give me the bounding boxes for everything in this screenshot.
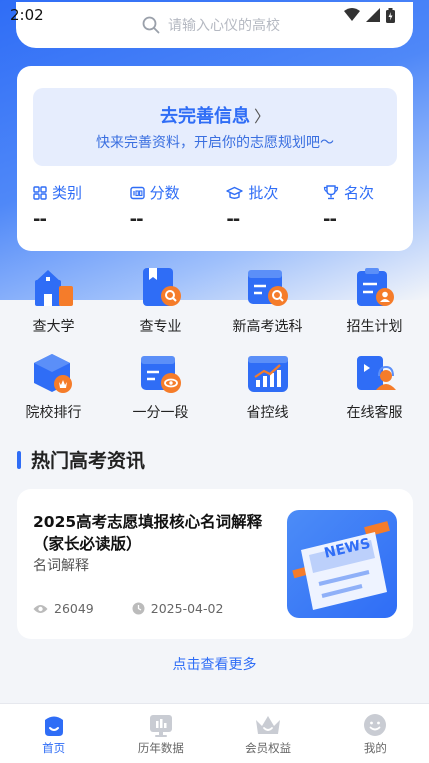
complete-info-subtitle: 快来完善资料，开启你的志愿规划吧～ — [96, 135, 334, 151]
tab-profile[interactable]: 我的 — [322, 704, 429, 763]
feature-enrollment-plan[interactable]: 招生计划 — [321, 266, 428, 352]
clipboard-user-icon — [356, 268, 394, 306]
battery-icon — [386, 7, 395, 23]
tab-label: 会员权益 — [245, 741, 292, 755]
profile-card: 去完善信息〉 快来完善资料，开启你的志愿规划吧～ 类别 -- 分数 -- 批次 … — [17, 66, 413, 251]
subject-search-icon — [247, 270, 288, 306]
tab-historical-data[interactable]: 历年数据 — [107, 704, 214, 763]
feature-score-segment[interactable]: 一分一段 — [107, 352, 214, 438]
grid-icon — [33, 185, 47, 200]
chevron-right-icon: 〉 — [253, 107, 270, 126]
stat-value: -- — [33, 209, 47, 230]
stat-label: 类别 — [52, 184, 83, 202]
feature-label: 一分一段 — [132, 405, 189, 421]
tab-home[interactable]: 首页 — [0, 704, 107, 763]
news-card[interactable]: 2025高考志愿填报核心名词解释（家长必读版） 名词解释 26049 2025-… — [17, 489, 413, 639]
news-meta: 26049 2025-04-02 — [33, 601, 223, 616]
feature-label: 招生计划 — [346, 319, 403, 335]
complete-info-banner[interactable]: 去完善信息〉 快来完善资料，开启你的志愿规划吧～ — [33, 88, 397, 166]
school-icon — [34, 270, 73, 306]
tab-label: 历年数据 — [137, 741, 184, 755]
stat-value: -- — [322, 209, 337, 230]
tab-label: 我的 — [363, 741, 387, 755]
feature-label: 院校排行 — [25, 405, 82, 421]
stat-rank[interactable]: 名次 -- — [323, 182, 403, 230]
feature-find-major[interactable]: 查专业 — [107, 266, 214, 352]
feature-label: 省控线 — [246, 405, 289, 421]
book-search-icon — [142, 268, 181, 306]
news-section-title: 热门高考资讯 — [31, 450, 146, 472]
crown-icon — [256, 716, 281, 734]
stat-label: 分数 — [149, 184, 180, 202]
feature-online-service[interactable]: 在线客服 — [321, 352, 428, 438]
ranking-box-icon — [33, 354, 72, 393]
feature-label: 查专业 — [139, 319, 182, 335]
signal-icon — [366, 8, 380, 22]
status-time: 2:02 — [10, 6, 44, 24]
stat-score[interactable]: 分数 -- — [130, 182, 210, 230]
complete-info-label: 去完善信息 — [159, 106, 250, 127]
news-thumbnail[interactable]: NEWS — [287, 510, 397, 618]
news-date: 2025-04-02 — [132, 601, 224, 616]
feature-find-university[interactable]: 查大学 — [0, 266, 107, 352]
profile-icon — [364, 714, 387, 736]
news-section-header: 热门高考资讯 — [17, 446, 145, 473]
feature-grid: 查大学 查专业 新高考选科 招生计划 院校排行 一分一段 省控线 在线客服 — [0, 266, 429, 438]
chart-line-icon — [247, 356, 288, 392]
feature-label: 在线客服 — [346, 405, 403, 421]
stat-label: 名次 — [343, 184, 374, 202]
feature-label: 新高考选科 — [232, 319, 303, 335]
status-icons — [344, 7, 395, 23]
newspaper-icon: NEWS — [292, 521, 390, 610]
score-segment-icon — [140, 356, 181, 393]
stat-label: 批次 — [248, 184, 279, 202]
feature-label: 查大学 — [32, 319, 75, 335]
stat-category[interactable]: 类别 -- — [33, 182, 113, 230]
tab-member-benefits[interactable]: 会员权益 — [215, 704, 322, 763]
publish-date: 2025-04-02 — [150, 601, 224, 616]
data-icon — [149, 715, 172, 737]
feature-subject-selection[interactable]: 新高考选科 — [214, 266, 321, 352]
stat-batch[interactable]: 批次 -- — [226, 182, 306, 230]
status-bar: 2:02 — [0, 0, 429, 30]
score-icon — [129, 186, 145, 199]
news-category: 名词解释 — [33, 558, 89, 574]
clock-icon — [132, 602, 145, 615]
news-views: 26049 — [33, 601, 94, 616]
complete-info-title[interactable]: 去完善信息〉 — [33, 102, 397, 128]
graduation-cap-icon — [226, 186, 244, 199]
feature-provincial-line[interactable]: 省控线 — [214, 352, 321, 438]
stat-value: -- — [226, 209, 240, 230]
profile-stats: 类别 -- 分数 -- 批次 -- 名次 -- — [33, 182, 403, 230]
stat-value: -- — [129, 209, 144, 230]
bottom-tab-bar: 首页 历年数据 会员权益 我的 — [0, 703, 429, 763]
view-count: 26049 — [54, 601, 94, 616]
view-more-link[interactable]: 点击查看更多 — [0, 654, 429, 674]
wifi-icon — [344, 8, 360, 21]
customer-service-icon — [356, 356, 396, 390]
tab-label: 首页 — [42, 741, 66, 755]
home-icon — [44, 716, 63, 736]
feature-university-ranking[interactable]: 院校排行 — [0, 352, 107, 438]
eye-icon — [33, 604, 48, 613]
trophy-icon — [323, 185, 339, 200]
section-accent-bar — [17, 450, 21, 469]
news-title[interactable]: 2025高考志愿填报核心名词解释（家长必读版） — [33, 511, 263, 555]
